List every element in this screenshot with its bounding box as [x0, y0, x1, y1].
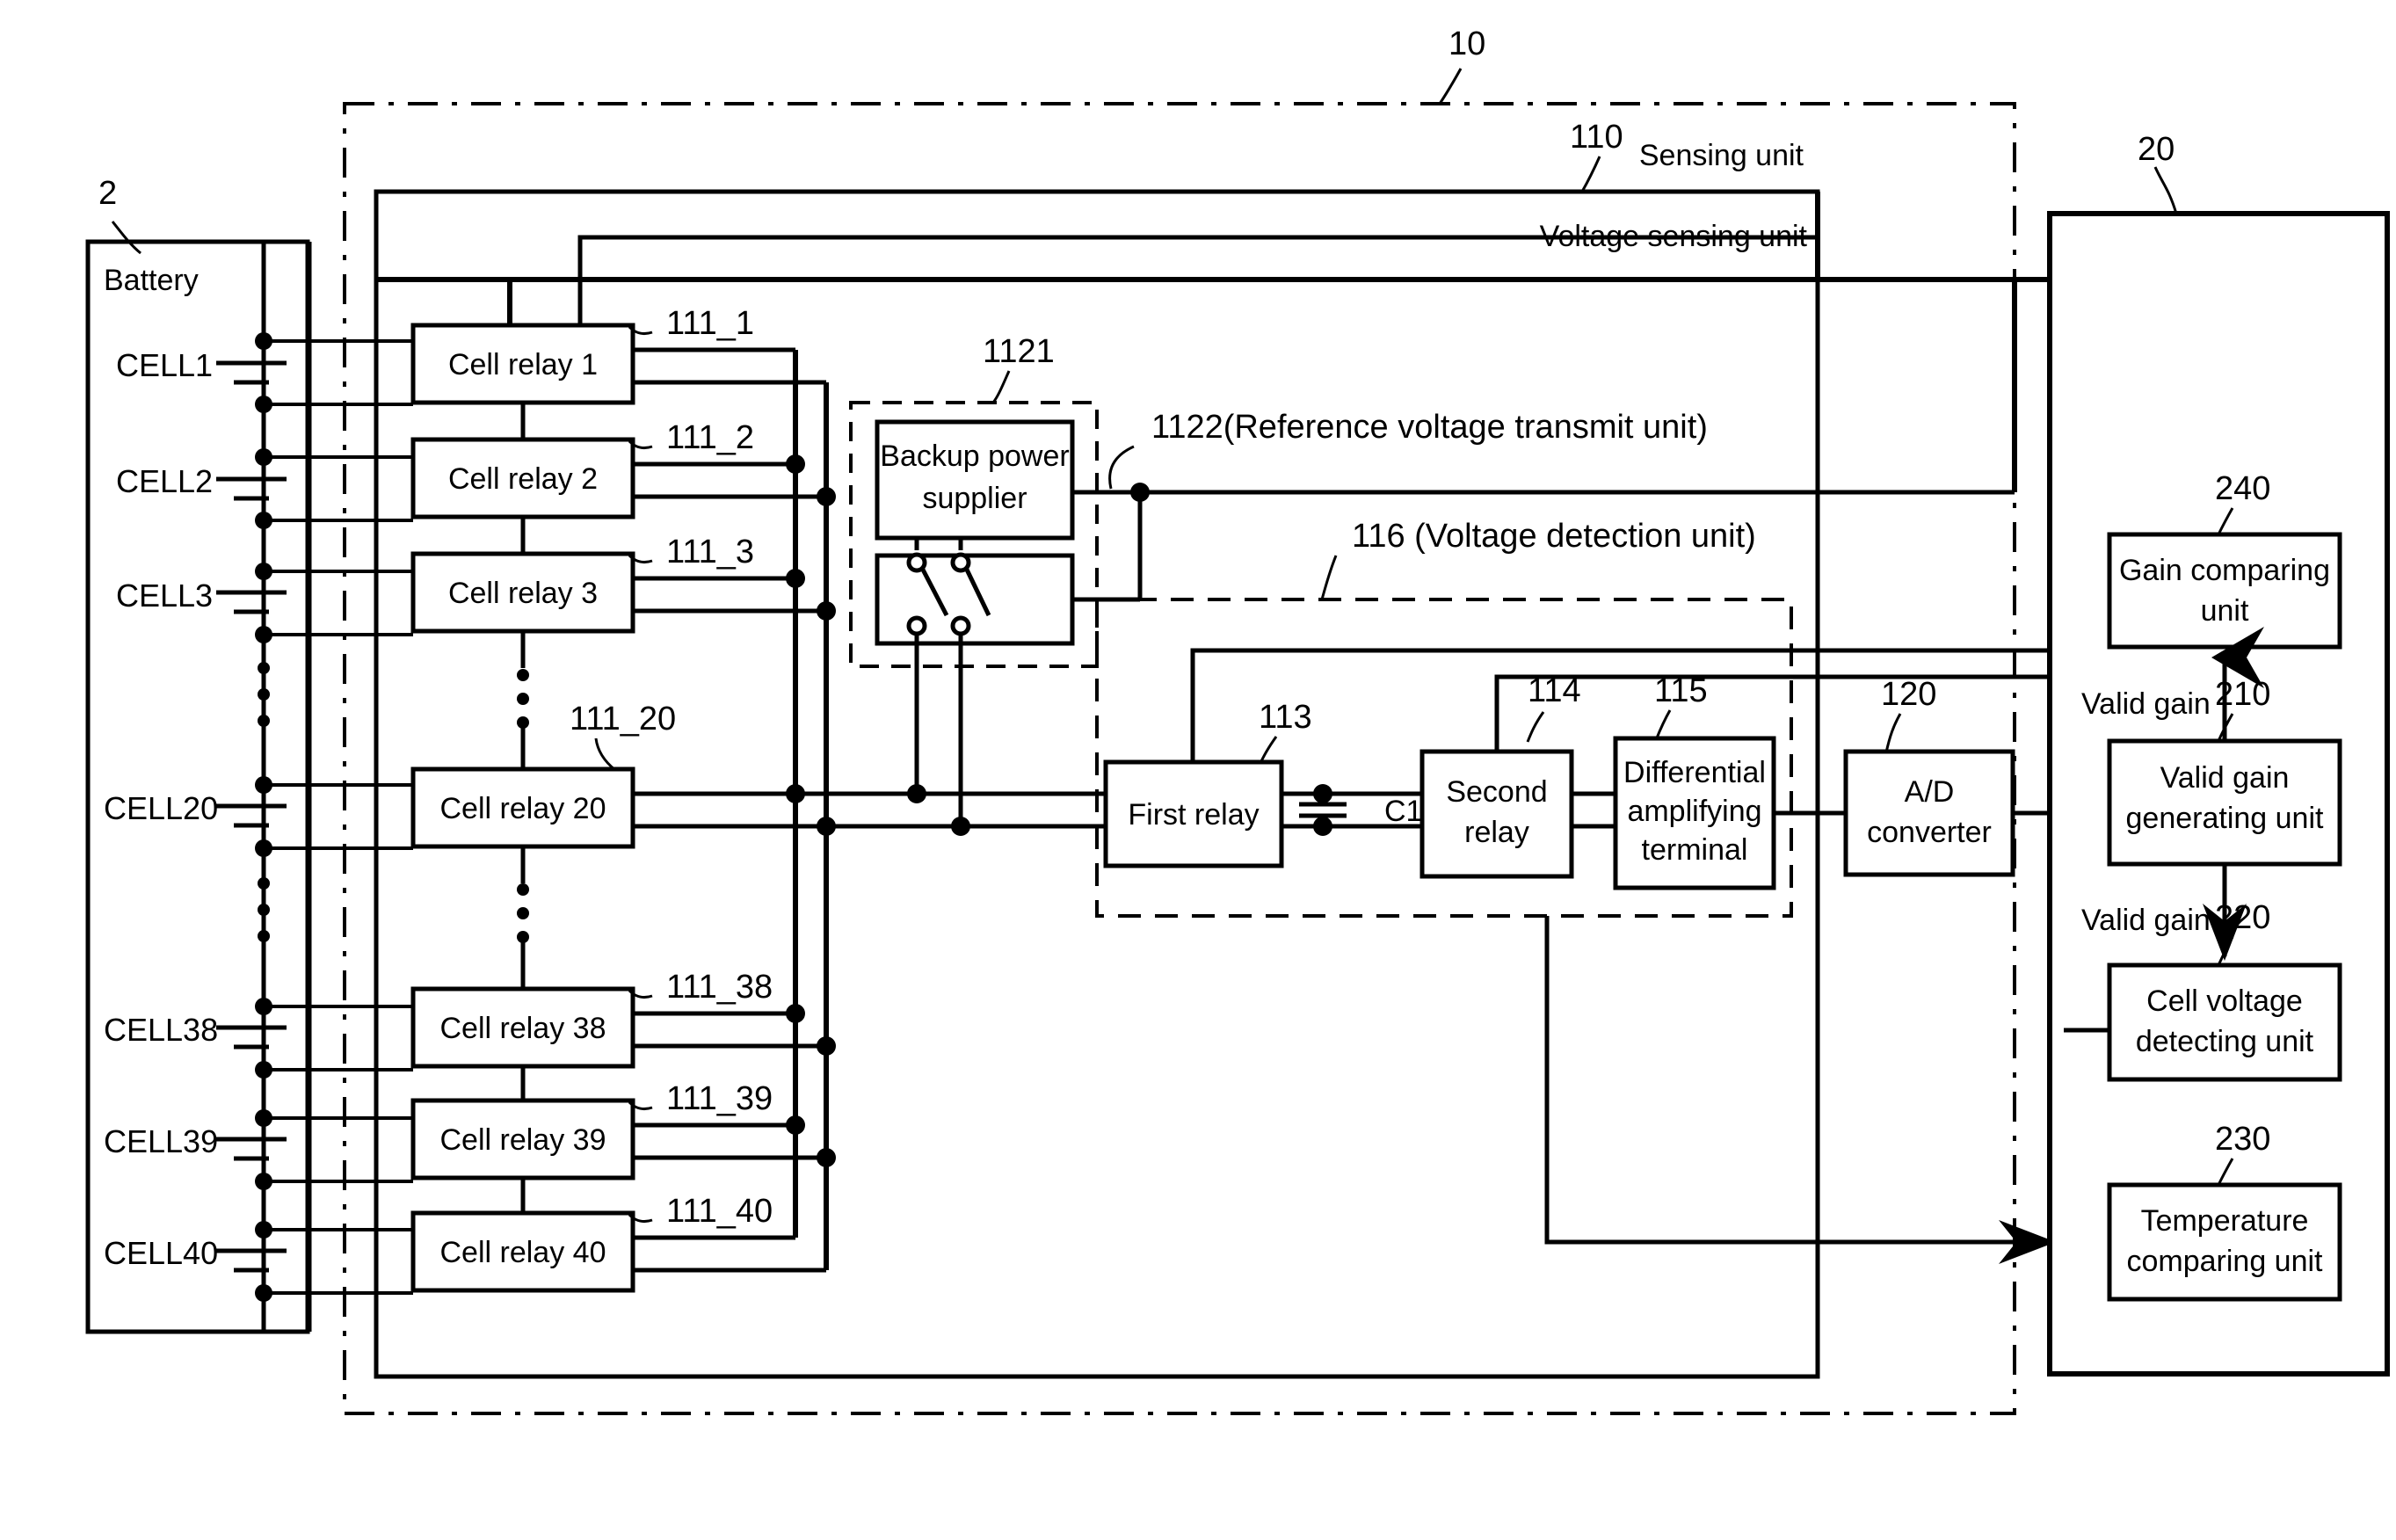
- ref-cell-relay-38: 111_38: [666, 969, 773, 1006]
- ref-reference-voltage-transmit-unit: 1122(Reference voltage transmit unit): [1151, 409, 1708, 446]
- ref-cell-relay-2: 111_2: [666, 419, 754, 456]
- figure-canvas: 2 10 110 20 111_1 111_2 111_3 111_20 111…: [0, 0, 2396, 1540]
- cell-relay-label-3[interactable]: Cell relay 3: [448, 577, 598, 610]
- ref-cell-relay-20: 111_20: [570, 701, 676, 737]
- second-relay-line2[interactable]: relay: [1464, 816, 1529, 849]
- cell-voltage-det-line1[interactable]: Cell voltage: [2146, 984, 2303, 1018]
- ref-voltage-sensing-unit: 110: [1570, 119, 1623, 156]
- capacitor-label: C1: [1384, 795, 1422, 828]
- cell-label-3: CELL3: [116, 578, 213, 614]
- bus-to-first-relay: [795, 791, 1106, 829]
- control-bus-into-unit20: [2012, 277, 2050, 492]
- cell-relay-label-1[interactable]: Cell relay 1: [448, 348, 598, 381]
- cell-symbols: [216, 360, 287, 1273]
- diff-amp-line3[interactable]: terminal: [1642, 833, 1748, 867]
- valid-gain-gen-line1[interactable]: Valid gain: [2160, 761, 2290, 795]
- cell-relay-label-40[interactable]: Cell relay 40: [440, 1236, 606, 1269]
- diff-amp-line1[interactable]: Differential: [1623, 756, 1766, 789]
- adc-line1[interactable]: A/D: [1905, 775, 1955, 809]
- ref-gain-comparing-unit: 240: [2215, 470, 2270, 507]
- diffamp-to-temp-wire: [1544, 916, 2056, 1264]
- cell-relay-label-2[interactable]: Cell relay 2: [448, 462, 598, 496]
- backup-power-supplier-line1[interactable]: Backup power: [880, 439, 1069, 473]
- ref-cell-relay-39: 111_39: [666, 1080, 773, 1117]
- temp-comparing-line2[interactable]: comparing unit: [2126, 1245, 2323, 1278]
- ref-cell-relay-1: 111_1: [666, 305, 754, 342]
- backup-power-supplier-line2[interactable]: supplier: [922, 482, 1027, 515]
- second-relay-to-diffamp: [1572, 791, 1615, 829]
- second-relay-line1[interactable]: Second: [1446, 775, 1547, 809]
- first-relay-label[interactable]: First relay: [1128, 798, 1259, 832]
- cell-relay-label-38[interactable]: Cell relay 38: [440, 1012, 606, 1045]
- cell-voltage-det-line2[interactable]: detecting unit: [2136, 1025, 2314, 1058]
- ref-voltage-detection-unit: 116 (Voltage detection unit): [1352, 518, 1756, 555]
- cell-relay-label-39[interactable]: Cell relay 39: [440, 1123, 606, 1157]
- ref-battery: 2: [98, 175, 117, 212]
- ref-backup-power-block: 1121: [983, 333, 1055, 370]
- battery-tap-wires: [264, 339, 413, 1295]
- ref-diff-amp: 115: [1654, 672, 1708, 709]
- valid-gain-gen-line2[interactable]: generating unit: [2126, 802, 2325, 835]
- cell-label-38: CELL38: [104, 1012, 218, 1048]
- ref-valid-gain-generating-unit: 210: [2215, 676, 2270, 713]
- ref-sensing-system: 10: [1448, 25, 1485, 62]
- cell-label-20: CELL20: [104, 790, 218, 826]
- ref-temperature-comparing-unit: 230: [2215, 1121, 2270, 1158]
- ref-adc: 120: [1881, 676, 1936, 713]
- adc-line2[interactable]: converter: [1867, 816, 1992, 849]
- patent-diagram-svg: 2 10 110 20 111_1 111_2 111_3 111_20 111…: [85, 25, 2390, 1415]
- second-relay-box: [1419, 749, 1574, 879]
- temperature-comparing-unit-box: [2107, 1182, 2342, 1302]
- cell-label-40: CELL40: [104, 1235, 218, 1271]
- ref-cell-relay-40: 111_40: [666, 1193, 773, 1230]
- reference-voltage-transmit-box: [875, 553, 1075, 646]
- ref-cell-relay-3: 111_3: [666, 534, 754, 570]
- gain-comparing-line2[interactable]: unit: [2201, 594, 2249, 628]
- label-voltage-sensing-unit: Voltage sensing unit: [1540, 220, 1808, 253]
- label-sensing-unit: Sensing unit: [1639, 139, 1804, 172]
- diff-amp-line2[interactable]: amplifying: [1627, 795, 1761, 828]
- gain-comparing-unit-box: [2107, 532, 2342, 650]
- gain-comparing-line1[interactable]: Gain comparing: [2119, 554, 2330, 587]
- ref-cell-voltage-detecting-unit: 220: [2215, 899, 2270, 936]
- cell-label-1: CELL1: [116, 347, 213, 383]
- ref-volt-down-wire: [1072, 492, 1143, 602]
- ref-first-relay: 113: [1259, 699, 1312, 736]
- cell-relay-label-20[interactable]: Cell relay 20: [440, 792, 606, 825]
- ref-second-relay: 114: [1528, 672, 1581, 709]
- temp-comparing-line1[interactable]: Temperature: [2141, 1204, 2309, 1238]
- signal-valid-gain-up: Valid gain: [2081, 687, 2211, 721]
- cell-label-39: CELL39: [104, 1123, 218, 1159]
- adc-box: [1843, 749, 2015, 877]
- battery-title: Battery: [104, 264, 199, 297]
- ref-control-unit: 20: [2138, 131, 2175, 168]
- cell-voltage-detecting-unit-box: [2107, 962, 2342, 1082]
- cell-label-2: CELL2: [116, 463, 213, 499]
- signal-valid-gain-down: Valid gain: [2081, 904, 2211, 937]
